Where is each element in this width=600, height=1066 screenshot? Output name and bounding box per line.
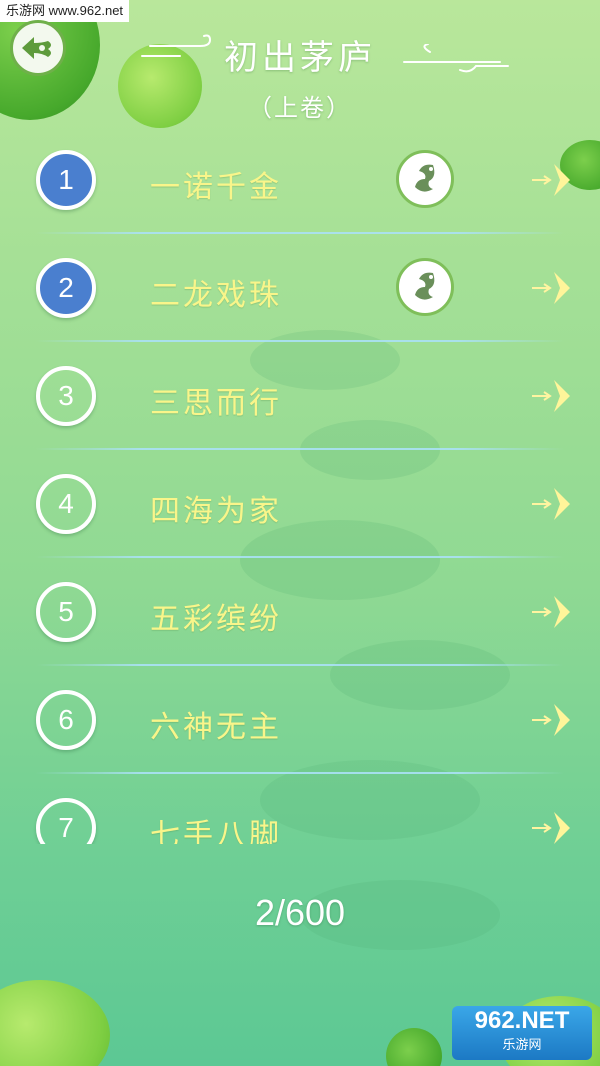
level-number-badge: 6 xyxy=(36,690,96,750)
chevron-right-icon[interactable] xyxy=(528,484,574,524)
chevron-right-icon[interactable] xyxy=(528,808,574,844)
level-number-badge: 3 xyxy=(36,366,96,426)
level-name: 三思而行 xyxy=(150,386,282,421)
level-name: 五彩缤纷 xyxy=(150,602,282,637)
lily-pad xyxy=(0,980,110,1066)
level-name: 七手八脚 xyxy=(150,818,282,844)
level-row-5[interactable]: 5 五彩缤纷 xyxy=(0,558,600,666)
level-row-6[interactable]: 6 六神无主 xyxy=(0,666,600,774)
site-logo-badge: 962.NET 乐游网 xyxy=(452,1006,592,1060)
chevron-right-icon[interactable] xyxy=(528,700,574,740)
level-row-4[interactable]: 4 四海为家 xyxy=(0,450,600,558)
site-logo-subtext: 乐游网 xyxy=(502,1037,542,1052)
level-number-badge: 7 xyxy=(36,798,96,844)
chevron-right-icon[interactable] xyxy=(528,160,574,200)
level-row-7[interactable]: 7 七手八脚 xyxy=(0,774,600,844)
chevron-right-icon[interactable] xyxy=(528,268,574,308)
dragon-medal-icon xyxy=(396,150,454,208)
level-name: 四海为家 xyxy=(150,494,282,529)
level-row-3[interactable]: 3 三思而行 xyxy=(0,342,600,450)
page-subtitle: （上卷） xyxy=(248,94,352,122)
chevron-right-icon[interactable] xyxy=(528,592,574,632)
level-number-badge: 4 xyxy=(36,474,96,534)
level-name: 二龙戏珠 xyxy=(150,278,282,313)
chevron-right-icon[interactable] xyxy=(528,376,574,416)
lily-pad xyxy=(386,1028,442,1066)
site-watermark: 乐游网 www.962.net xyxy=(0,0,130,22)
level-list[interactable]: 1 一诺千金 2 二龙戏珠 3 三思而行 4 四海为家 5 五彩缤纷 6 六神无… xyxy=(0,126,600,844)
level-row-2[interactable]: 2 二龙戏珠 xyxy=(0,234,600,342)
level-number-badge: 1 xyxy=(36,150,96,210)
site-logo-text: 962.NET xyxy=(474,1007,570,1034)
level-select-screen: 乐游网 www.962.net 初出茅庐 （上卷） 1 一诺千金 2 二龙戏珠 xyxy=(0,0,600,1066)
level-name: 六神无主 xyxy=(150,710,282,745)
level-number-badge: 5 xyxy=(36,582,96,642)
level-name: 一诺千金 xyxy=(150,170,282,205)
level-row-1[interactable]: 1 一诺千金 xyxy=(0,126,600,234)
level-number-badge: 2 xyxy=(36,258,96,318)
dragon-medal-icon xyxy=(396,258,454,316)
page-title: 初出茅庐 xyxy=(224,38,376,78)
level-progress-counter: 2/600 xyxy=(254,892,346,933)
